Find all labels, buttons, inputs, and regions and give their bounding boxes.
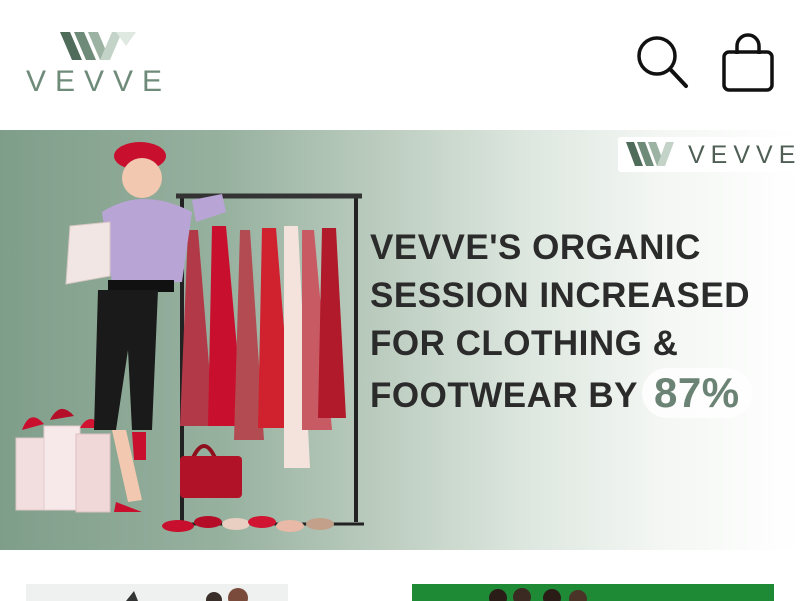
hero-fashion-illustration	[15, 142, 364, 532]
dresses	[180, 226, 346, 468]
shoes-row	[162, 516, 334, 532]
hero-logo-text: VEVVE	[688, 141, 800, 169]
headline-line-3: FOR CLOTHING &	[370, 324, 679, 363]
logo-mark-icon	[60, 32, 136, 60]
content-card-left[interactable]	[26, 584, 288, 601]
headline-line-4: FOOTWEAR BY 87%	[370, 368, 800, 420]
headline-line-1: VEVVE'S ORGANIC	[370, 228, 701, 267]
card-image-right	[412, 584, 774, 601]
brand-logo[interactable]: VEVVE	[26, 32, 176, 98]
logo-mark-icon	[626, 142, 674, 166]
logo-text: VEVVE	[26, 65, 172, 98]
card-image-left	[26, 584, 288, 601]
hero-banner[interactable]: VEVVE VEVVE'S ORGANIC SESSION INCREASED …	[0, 130, 800, 550]
hero-brand-badge: VEVVE	[618, 137, 800, 172]
cart-button[interactable]	[718, 30, 778, 94]
percent-highlight: 87%	[641, 368, 752, 418]
content-card-right[interactable]	[412, 584, 774, 601]
hero-headline: VEVVE'S ORGANIC SESSION INCREASED FOR CL…	[370, 224, 800, 420]
site-header: VEVVE	[0, 0, 800, 130]
content-cards	[0, 550, 800, 601]
headline-line-2: SESSION INCREASED	[370, 276, 750, 315]
headline-line-4-text: FOOTWEAR BY	[370, 376, 638, 415]
handbag	[180, 444, 242, 498]
search-icon	[637, 36, 688, 88]
search-button[interactable]	[632, 30, 692, 94]
shopping-bag-icon	[722, 33, 774, 92]
